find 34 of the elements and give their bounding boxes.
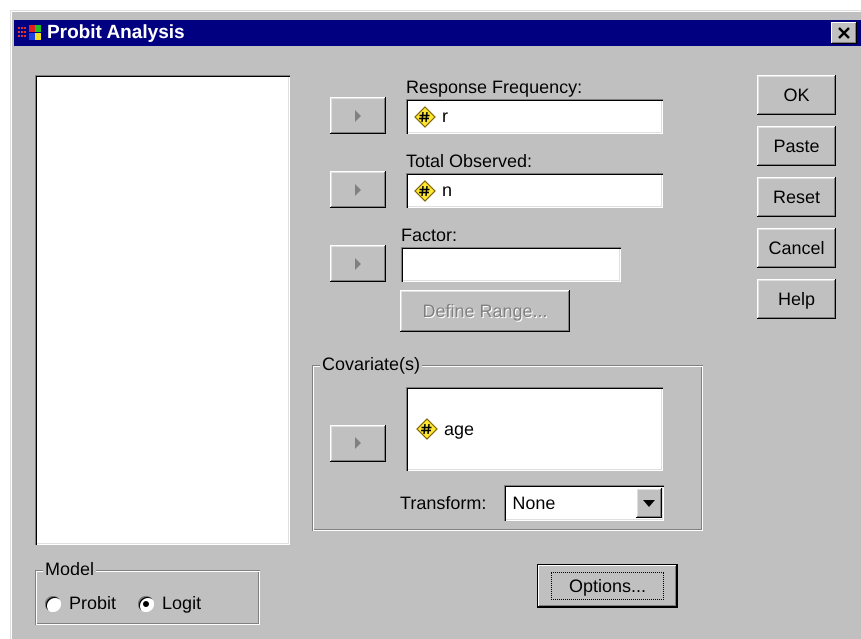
input-field[interactable]: [401, 247, 621, 282]
right-arrow-icon: [354, 436, 362, 450]
dialog-button[interactable]: Help: [757, 279, 836, 319]
hash-diamond-icon: [414, 180, 436, 202]
transform-label: Transform:: [400, 492, 486, 514]
options-button[interactable]: Options...: [537, 564, 678, 608]
window-title: Probit Analysis: [47, 20, 185, 45]
right-arrow-icon: [354, 256, 362, 270]
field-label: Response Frequency:: [406, 76, 584, 99]
variable-name: r: [442, 105, 448, 128]
input-field[interactable]: r: [406, 99, 663, 134]
radio-button[interactable]: [138, 596, 154, 612]
dialog-button[interactable]: Paste: [757, 126, 836, 166]
hash-diamond-icon: [416, 418, 438, 440]
dialog-button[interactable]: Reset: [757, 177, 836, 217]
variable-name: n: [442, 179, 452, 202]
hash-diamond-icon: [414, 106, 436, 128]
app-icon: [18, 24, 42, 42]
radio-option[interactable]: Logit: [138, 590, 202, 617]
dialog-button[interactable]: Cancel: [757, 228, 836, 268]
variable-name: age: [444, 418, 474, 441]
right-arrow-icon: [354, 108, 362, 122]
transform-dropdown[interactable]: None: [504, 485, 664, 521]
close-icon: [837, 27, 851, 39]
field-label: Total Observed:: [406, 150, 534, 173]
close-button[interactable]: [831, 22, 857, 44]
radio-button[interactable]: [45, 596, 61, 612]
input-field[interactable]: n: [406, 173, 663, 208]
dropdown-arrow-icon: [643, 500, 656, 506]
field-label: Factor:: [401, 224, 458, 247]
radio-option[interactable]: Probit: [45, 590, 116, 617]
covariate-list[interactable]: age: [406, 387, 663, 471]
dialog-button[interactable]: OK: [757, 75, 836, 115]
right-arrow-icon: [354, 182, 362, 196]
